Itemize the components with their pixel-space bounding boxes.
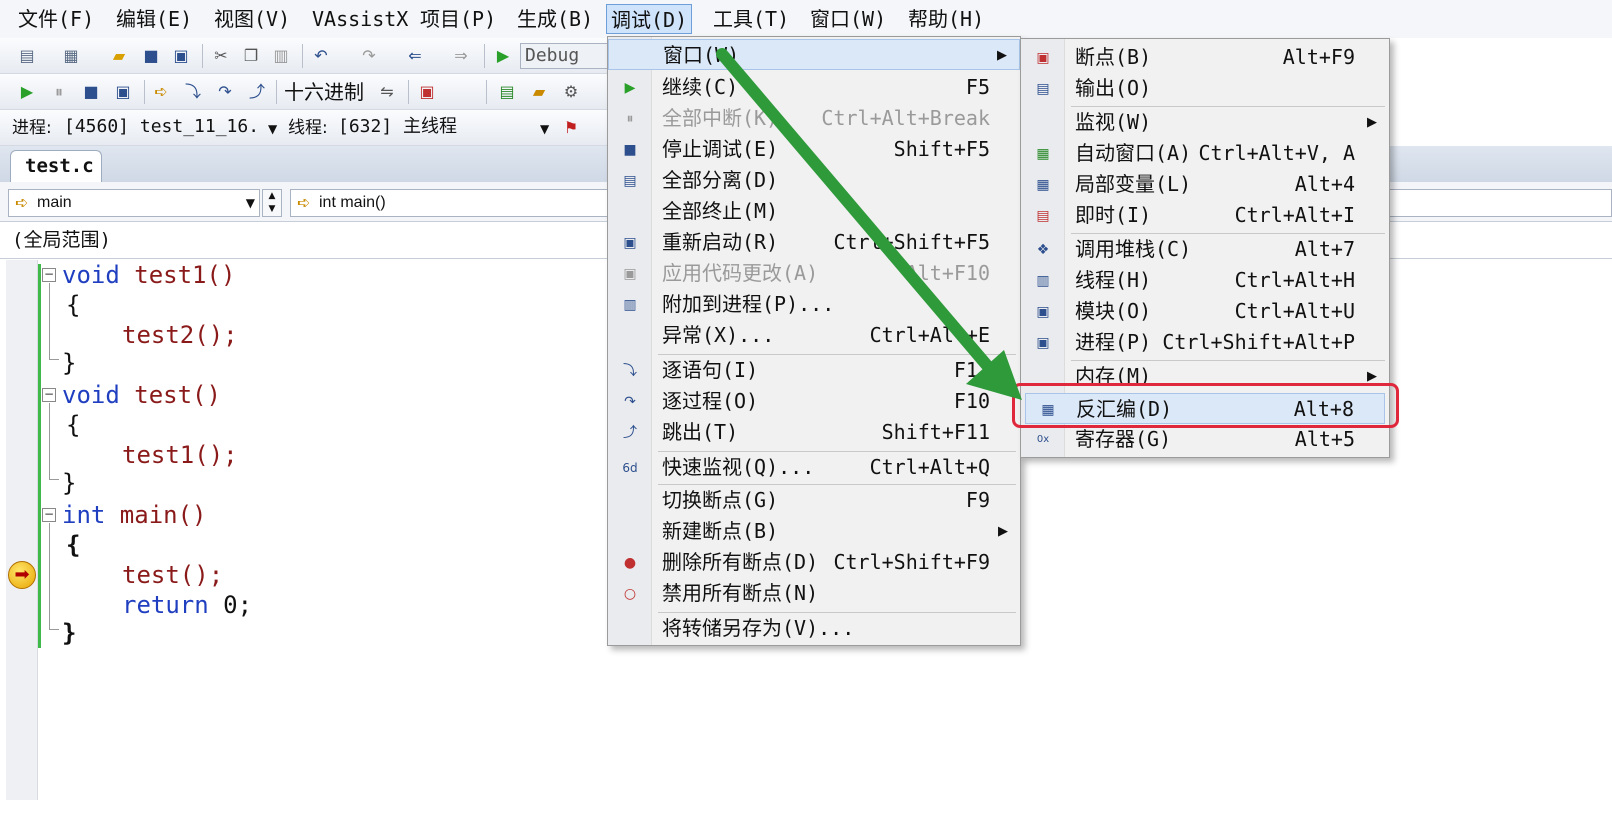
annotation-arrow-icon xyxy=(716,48,1022,400)
